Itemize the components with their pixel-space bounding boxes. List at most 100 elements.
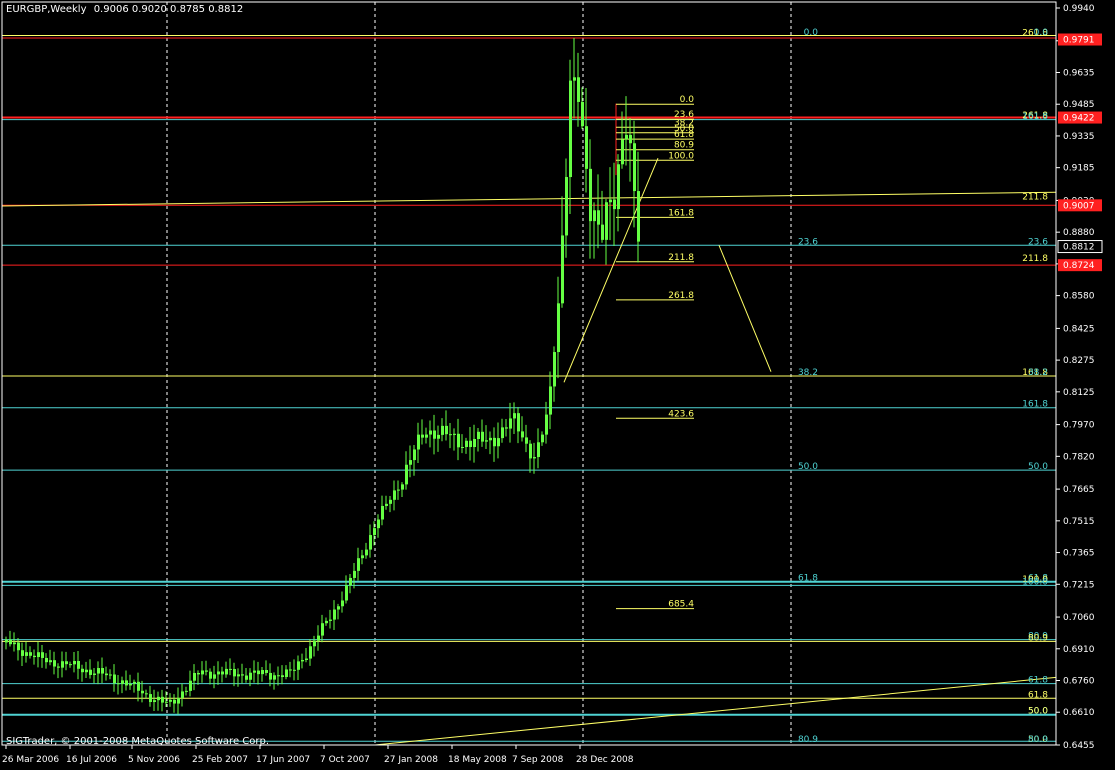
fib-level-label-local: 100.0 [668, 151, 694, 161]
fib-level-label-center: 50.0 [798, 462, 818, 472]
y-tick-label: 0.7665 [1063, 485, 1095, 495]
candle-body [289, 669, 292, 671]
y-tick-label: 0.7215 [1063, 580, 1095, 590]
candle-body [321, 623, 324, 636]
candle-body [137, 681, 140, 691]
candle-body [385, 503, 388, 506]
candle-body [117, 683, 120, 685]
fib-level-label-right: 61.8 [1028, 676, 1048, 686]
x-tick-label: 27 Jan 2008 [384, 755, 438, 765]
candle-body [101, 668, 104, 674]
candle-body [37, 652, 40, 658]
trend-lines [1, 103, 1057, 746]
price-box-red-label: 0.9422 [1063, 114, 1095, 124]
candle-body [597, 210, 600, 225]
price-box-red-label: 0.8724 [1063, 261, 1095, 271]
candle-body [317, 635, 320, 641]
candle-body [469, 440, 472, 448]
copyright-text: SIGTrader, © 2001-2008 MetaQuotes Softwa… [6, 736, 270, 747]
candle-body [121, 680, 124, 684]
candle-body [197, 672, 200, 675]
fib-level-label-right: 161.8 [1022, 112, 1048, 122]
candle-body [449, 434, 452, 436]
candle-body [465, 440, 468, 447]
candle-body [329, 619, 332, 621]
candle-body [149, 694, 152, 703]
plot-frame [1, 1, 1057, 746]
candle-body [553, 352, 556, 387]
candle-body [241, 674, 244, 676]
fib-level-label-center: 80.9 [798, 735, 818, 745]
candle-body [493, 437, 496, 447]
chart-window[interactable]: 261.8 0.0 261.8 161.8 211.8 23.6 211.8 161.8 38.… [0, 0, 1115, 766]
fib-level-label-local: 61.8 [674, 130, 694, 140]
candle-body [533, 457, 536, 459]
candle-body [513, 413, 516, 419]
candle-body [153, 700, 156, 703]
candle-body [297, 661, 300, 670]
candle-body [65, 661, 68, 665]
candle-body [29, 652, 32, 656]
y-tick-label: 0.8125 [1063, 388, 1095, 398]
candle-body [293, 669, 296, 671]
candle-body [365, 549, 368, 556]
candle-body [389, 499, 392, 504]
trend-line [1, 191, 1057, 207]
x-tick-label: 16 Jul 2006 [66, 755, 117, 765]
candle-body [581, 101, 584, 127]
fib-level-label-local: 423.6 [668, 409, 694, 419]
candle-body [309, 646, 312, 659]
fib-level-label-local: 80.9 [674, 141, 694, 151]
fib-level-label-center: 61.8 [798, 574, 818, 584]
candle-body [541, 434, 544, 443]
price-chart[interactable]: 261.80.0261.8161.8211.823.6211.8161.838.… [0, 0, 1115, 766]
candle-body [429, 430, 432, 435]
candle-body [477, 431, 480, 439]
fib-level-label-right: 80.9 [1028, 633, 1048, 643]
candle-body [277, 675, 280, 677]
trend-line [374, 676, 1057, 746]
x-tick-label: 7 Sep 2008 [512, 755, 564, 765]
candle-body [269, 672, 272, 680]
candle-body [189, 680, 192, 691]
y-tick-label: 0.7515 [1063, 517, 1095, 527]
price-box-red-label: 0.9791 [1063, 36, 1095, 46]
y-tick-label: 0.6455 [1063, 741, 1095, 751]
candle-body [637, 191, 640, 242]
symbol-label: EURGBP,Weekly [6, 4, 87, 15]
candle-body [609, 199, 612, 203]
candle-body [333, 609, 336, 620]
y-tick-label: 0.7820 [1063, 452, 1095, 462]
candle-body [629, 134, 632, 144]
candle-body [49, 660, 52, 663]
candle-body [425, 434, 428, 438]
fib-level-label-local: 0.0 [680, 95, 695, 105]
candle-body [353, 570, 356, 578]
candle-body [585, 126, 588, 169]
candle-body [605, 202, 608, 240]
y-tick-label: 0.9485 [1063, 100, 1095, 110]
candle-body [633, 143, 636, 192]
candle-body [413, 449, 416, 461]
fib-level-label-right: 161.8 [1022, 400, 1048, 410]
candle-body [625, 134, 628, 140]
candle-body [505, 427, 508, 429]
candle-body [537, 442, 540, 458]
fib-level-label-center: 0.0 [804, 28, 819, 38]
candle-body [497, 438, 500, 447]
candle-body [17, 642, 20, 651]
candle-body [221, 671, 224, 675]
candle-body [237, 674, 240, 677]
candle-body [25, 652, 28, 656]
candle-body [81, 668, 84, 673]
y-tick-label: 0.8275 [1063, 356, 1095, 366]
candle-body [281, 675, 284, 677]
y-tick-label: 0.6610 [1063, 708, 1095, 718]
fib-level-label-center: 23.6 [798, 237, 818, 247]
fib-level-label-right: 50.0 [1028, 462, 1048, 472]
candle-body [21, 650, 24, 656]
chart-header: EURGBP,Weekly 0.9006 0.9020 0.8785 0.881… [6, 4, 243, 15]
candle-body [621, 139, 624, 165]
candle-body [357, 558, 360, 571]
trend-line [718, 245, 772, 372]
